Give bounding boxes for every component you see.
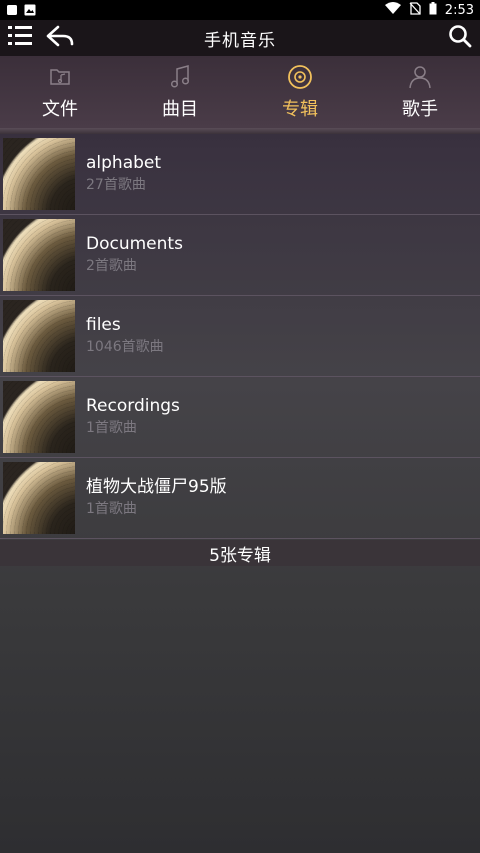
album-name: Documents: [86, 234, 183, 254]
wifi-icon: [384, 2, 401, 18]
album-text: Recordings 1首歌曲: [86, 395, 180, 439]
album-name: alphabet: [86, 153, 162, 173]
album-cover: [3, 462, 75, 534]
status-bar: 2:53: [0, 0, 480, 20]
album-name: 植物大战僵尸95版: [86, 477, 227, 497]
album-cover: [3, 381, 75, 453]
album-cover: [3, 219, 75, 291]
tab-artists-label: 歌手: [402, 99, 438, 120]
album-text: alphabet 27首歌曲: [86, 152, 161, 196]
tab-tracks[interactable]: 曲目: [120, 56, 240, 128]
album-song-count: 1046首歌曲: [86, 339, 164, 355]
tab-albums[interactable]: 专辑: [240, 56, 360, 128]
status-right: 2:53: [384, 1, 474, 19]
person-icon: [406, 63, 434, 91]
album-text: files 1046首歌曲: [86, 314, 164, 358]
album-total-count: 5张专辑: [0, 540, 480, 566]
tab-artists[interactable]: 歌手: [360, 56, 480, 128]
top-toolbar: 手机音乐: [0, 20, 480, 56]
folder-music-icon: [46, 63, 74, 91]
tab-albums-label: 专辑: [282, 99, 318, 120]
album-song-count: 1首歌曲: [86, 420, 137, 436]
album-text: Documents 2首歌曲: [86, 233, 183, 277]
album-cover: [3, 300, 75, 372]
album-name: Recordings: [86, 396, 180, 416]
list-item[interactable]: files 1046首歌曲: [0, 296, 480, 377]
list-item[interactable]: alphabet 27首歌曲: [0, 134, 480, 215]
music-note-icon: [166, 63, 194, 91]
reply-back-icon: [46, 25, 74, 51]
no-sim-icon: [409, 1, 421, 19]
notification-square-icon: [6, 4, 18, 16]
battery-icon: [429, 1, 437, 19]
list-item[interactable]: Documents 2首歌曲: [0, 215, 480, 296]
tab-files[interactable]: 文件: [0, 56, 120, 128]
album-text: 植物大战僵尸95版 1首歌曲: [86, 476, 227, 520]
list-menu-icon: [8, 25, 32, 51]
tab-files-label: 文件: [42, 99, 78, 120]
album-cover: [3, 138, 75, 210]
category-tabs: 文件 曲目 专辑 歌手: [0, 56, 480, 128]
album-song-count: 27首歌曲: [86, 177, 146, 193]
menu-button[interactable]: [0, 20, 40, 56]
clock: 2:53: [444, 2, 474, 18]
search-icon: [448, 24, 472, 52]
disc-icon: [286, 63, 314, 91]
image-icon: [24, 4, 36, 16]
list-item[interactable]: 植物大战僵尸95版 1首歌曲: [0, 458, 480, 539]
list-item[interactable]: Recordings 1首歌曲: [0, 377, 480, 458]
album-song-count: 1首歌曲: [86, 501, 137, 517]
back-button[interactable]: [40, 20, 80, 56]
album-song-count: 2首歌曲: [86, 258, 137, 274]
status-left: [6, 4, 36, 16]
album-name: files: [86, 315, 121, 335]
tab-tracks-label: 曲目: [162, 99, 198, 120]
album-list: alphabet 27首歌曲 Documents 2首歌曲 files 1046…: [0, 134, 480, 539]
search-button[interactable]: [440, 20, 480, 56]
